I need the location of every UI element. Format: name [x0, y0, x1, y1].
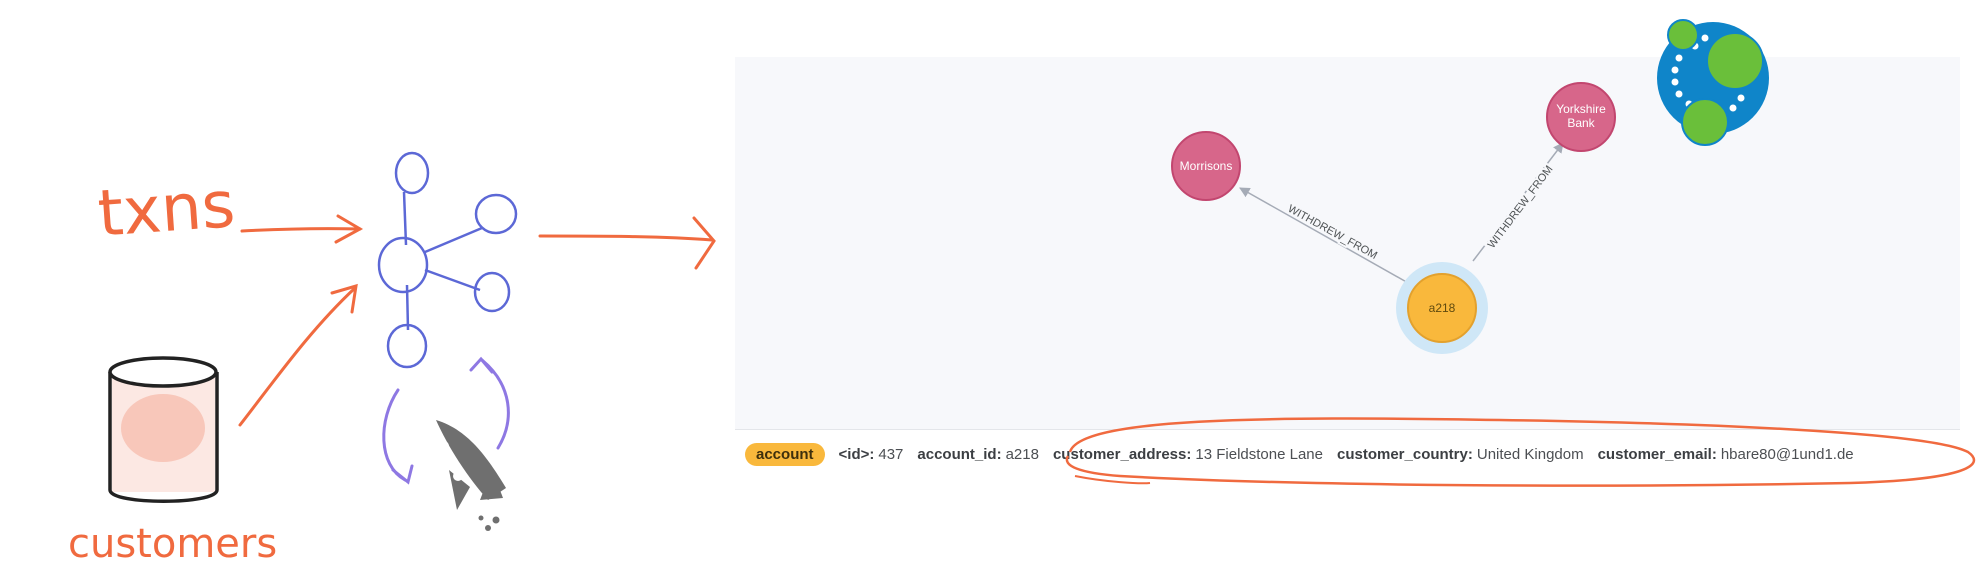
property-key: customer_address: [1052, 445, 1192, 463]
node-a218[interactable]: a218 [1396, 262, 1488, 354]
property-key: <id>: [838, 445, 875, 463]
sketch-graph-icon [377, 151, 518, 369]
relationship-label: WITHDREW_FROM [1286, 203, 1379, 262]
property-key: customer_email: [1597, 445, 1717, 463]
node-label: Bank [1567, 116, 1595, 130]
property-key: account_id: [917, 445, 1002, 463]
property-value: 13 Fieldstone Lane [1195, 445, 1323, 463]
property-value: hbare80@1und1.de [1720, 445, 1854, 463]
neo4j-logo [1657, 19, 1769, 146]
graph-canvas[interactable]: WITHDREW_FROM WITHDREW_FROM Morrisons Yo… [735, 57, 1960, 429]
graph-visualization-panel[interactable]: WITHDREW_FROM WITHDREW_FROM Morrisons Yo… [735, 57, 1960, 429]
node-label-badge[interactable]: account [745, 442, 825, 466]
panel-divider [735, 429, 1960, 430]
property-value: 437 [878, 445, 904, 463]
rocket-icon [436, 420, 506, 531]
output-arrow [538, 216, 716, 270]
property-value: United Kingdom [1476, 445, 1584, 463]
txns-label: txns [96, 168, 238, 251]
node-label: a218 [1429, 301, 1456, 315]
node-label: Yorkshire [1556, 102, 1606, 116]
customers-arrow [238, 283, 358, 427]
relationship-label: WITHDREW_FROM [1486, 164, 1556, 251]
txns-arrow [240, 214, 364, 244]
property-key: customer_country: [1336, 445, 1473, 463]
customer-database-icon [108, 356, 219, 503]
node-morrisons[interactable]: Morrisons [1171, 131, 1241, 201]
node-yorkshire-bank[interactable]: Yorkshire Bank [1546, 82, 1616, 152]
property-value: a218 [1005, 445, 1039, 463]
node-label: Morrisons [1180, 159, 1233, 173]
relationship-withdrew-from-morrisons[interactable] [1239, 187, 1411, 285]
node-properties-bar: account <id>: 437 account_id: a218 custo… [745, 440, 1868, 468]
customers-label: customers [68, 521, 277, 567]
